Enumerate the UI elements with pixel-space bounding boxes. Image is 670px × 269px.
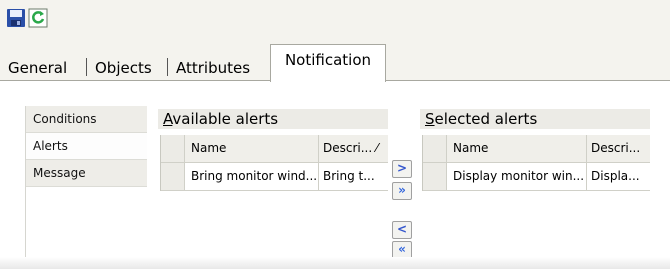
- table-header: Name Descri... ⁄: [161, 135, 388, 163]
- column-header-name[interactable]: Name: [185, 135, 319, 162]
- refresh-icon[interactable]: [28, 8, 48, 28]
- row-selector-header: [161, 135, 185, 162]
- tab-attributes[interactable]: Attributes: [170, 56, 256, 80]
- row-selector-header: [423, 135, 447, 162]
- mnemonic: S: [425, 110, 435, 128]
- remove-button[interactable]: <: [392, 221, 412, 239]
- notification-dialog: General Objects Attributes Notification …: [0, 0, 670, 269]
- row-selector[interactable]: [161, 163, 185, 190]
- menu-item-alerts[interactable]: Alerts: [26, 133, 147, 160]
- add-all-button[interactable]: »: [392, 182, 412, 200]
- tab-notification[interactable]: Notification: [270, 44, 386, 82]
- cell-name[interactable]: Display monitor win...: [447, 163, 587, 190]
- cell-name[interactable]: Bring monitor wind...: [185, 163, 319, 190]
- tab-objects[interactable]: Objects: [89, 56, 158, 80]
- column-header-name[interactable]: Name: [447, 135, 587, 162]
- selected-alerts-grid: Name Descri... Display monitor win... Di…: [422, 135, 650, 191]
- table-row[interactable]: Bring monitor wind... Bring t...: [161, 163, 388, 191]
- row-selector[interactable]: [423, 163, 447, 190]
- tab-bar: General Objects Attributes Notification: [0, 36, 670, 82]
- column-header-description[interactable]: Descri... ⁄: [319, 135, 388, 162]
- menu-item-conditions[interactable]: Conditions: [26, 106, 147, 133]
- add-button[interactable]: >: [392, 160, 412, 178]
- title-text: elected alerts: [434, 110, 538, 128]
- torn-edge-shadow: [0, 257, 670, 269]
- available-alerts-title: Available alerts: [158, 109, 388, 129]
- tab-separator: [167, 58, 168, 76]
- notification-panel: Conditions Alerts Message Available aler…: [0, 81, 670, 269]
- available-alerts-grid: Name Descri... ⁄ Bring monitor wind... B…: [160, 135, 388, 191]
- table-header: Name Descri...: [423, 135, 650, 163]
- toolbar: [0, 0, 670, 36]
- menu-item-message[interactable]: Message: [26, 160, 147, 187]
- table-row[interactable]: Display monitor win... Displa...: [423, 163, 650, 191]
- cell-description[interactable]: Bring t...: [319, 163, 388, 190]
- tab-separator: [86, 58, 87, 76]
- column-header-description[interactable]: Descri...: [587, 135, 650, 162]
- cell-description[interactable]: Displa...: [587, 163, 650, 190]
- mnemonic: A: [163, 110, 173, 128]
- section-menu: Conditions Alerts Message: [25, 106, 147, 269]
- tab-general[interactable]: General: [2, 56, 73, 80]
- selected-alerts-title: Selected alerts: [420, 109, 650, 129]
- save-disk-icon[interactable]: [6, 8, 26, 28]
- title-text: vailable alerts: [172, 110, 279, 128]
